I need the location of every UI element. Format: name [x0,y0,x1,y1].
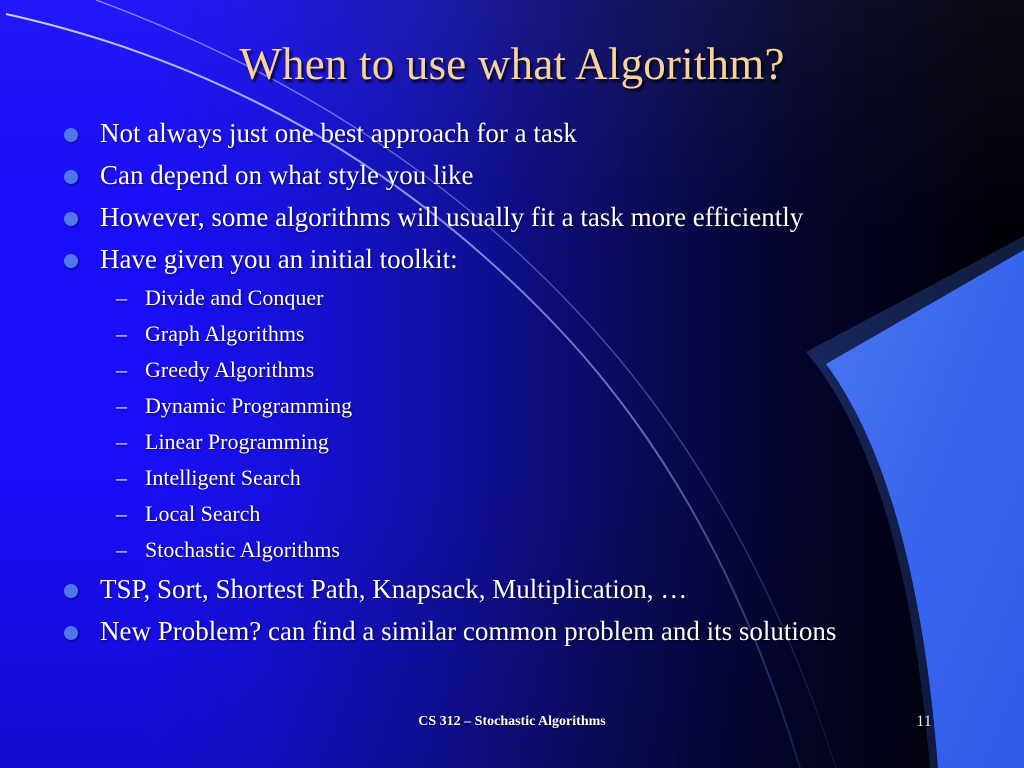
page-title: When to use what Algorithm? [239,39,785,89]
list-item: Can depend on what style you like [0,154,1000,196]
dash-icon: – [116,393,127,418]
sub-list-item-label: Dynamic Programming [145,393,353,418]
dash-icon: – [116,357,127,382]
list-item: Have given you an initial toolkit: [0,238,1000,280]
list-item-label: Not always just one best approach for a … [100,118,577,148]
sub-list-item: – Local Search [0,496,1000,532]
dash-icon: – [116,537,127,562]
sub-list-item: – Graph Algorithms [0,316,1000,352]
bullet-icon [64,128,78,142]
bullet-icon [64,212,78,226]
sub-list-item-label: Stochastic Algorithms [145,537,340,562]
list-item-label: Have given you an initial toolkit: [100,244,458,274]
sub-list-item: – Divide and Conquer [0,280,1000,316]
sub-list-item: – Stochastic Algorithms [0,532,1000,568]
sub-list-item: – Dynamic Programming [0,388,1000,424]
dash-icon: – [116,465,127,490]
sub-list-item-label: Divide and Conquer [145,285,324,310]
list-item-label: Can depend on what style you like [100,160,474,190]
sub-list-item-label: Graph Algorithms [145,321,305,346]
bullet-icon [64,626,78,640]
dash-icon: – [116,285,127,310]
sub-list-item-label: Intelligent Search [145,465,301,490]
list-item: New Problem? can find a similar common p… [0,610,1000,652]
sub-list-item: – Greedy Algorithms [0,352,1000,388]
bullet-icon [64,170,78,184]
sub-list-item: – Linear Programming [0,424,1000,460]
slide-number: 11 [916,713,932,730]
list-item: Not always just one best approach for a … [0,112,1000,154]
list-item-label: However, some algorithms will usually fi… [100,202,804,232]
list-item-label: TSP, Sort, Shortest Path, Knapsack, Mult… [100,574,688,604]
bullet-icon [64,254,78,268]
dash-icon: – [116,429,127,454]
slide-body: Not always just one best approach for a … [0,112,1000,652]
sub-list-item-label: Greedy Algorithms [145,357,315,382]
sub-list-item-label: Local Search [145,501,261,526]
sub-list-item-label: Linear Programming [145,429,329,454]
list-item: TSP, Sort, Shortest Path, Knapsack, Mult… [0,568,1000,610]
sub-list-item: – Intelligent Search [0,460,1000,496]
presentation-slide: When to use what Algorithm? Not always j… [0,0,1024,768]
footer-text: CS 312 – Stochastic Algorithms [418,714,606,729]
bullet-icon [64,584,78,598]
list-item: However, some algorithms will usually fi… [0,196,1000,238]
dash-icon: – [116,501,127,526]
list-item-label: New Problem? can find a similar common p… [100,616,837,646]
dash-icon: – [116,321,127,346]
